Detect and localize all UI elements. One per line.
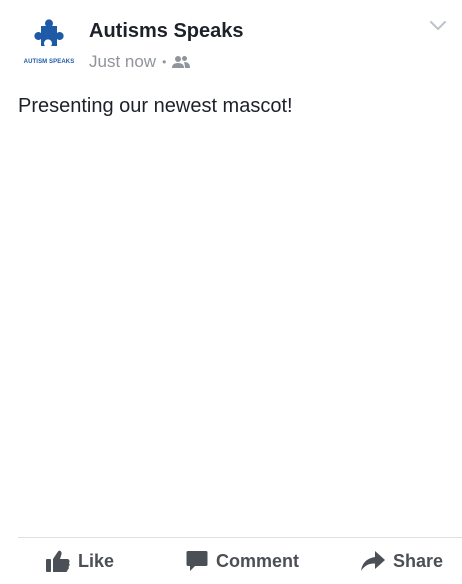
author-avatar[interactable]: AUTISM SPEAKS <box>18 18 80 80</box>
meta-separator: • <box>162 55 167 69</box>
friends-icon[interactable] <box>172 55 191 69</box>
comment-label: Comment <box>216 550 300 571</box>
post-timestamp[interactable]: Just now <box>89 52 156 72</box>
post-card: AUTISM SPEAKS Autisms Speaks Just now • … <box>0 0 462 584</box>
author-name[interactable]: Autisms Speaks <box>89 20 244 43</box>
share-arrow-icon <box>361 551 385 571</box>
comment-button[interactable]: Comment <box>186 538 299 584</box>
avatar-caption: AUTISM SPEAKS <box>23 59 75 65</box>
comment-icon <box>186 550 208 572</box>
chevron-down-icon[interactable] <box>428 16 448 36</box>
post-text: Presenting our newest mascot! <box>18 95 293 117</box>
like-label: Like <box>78 550 115 571</box>
like-button[interactable]: Like <box>46 538 114 584</box>
post-meta: Just now • <box>89 52 191 72</box>
share-button[interactable]: Share <box>361 538 443 584</box>
puzzle-piece-logo-icon <box>34 19 64 46</box>
action-bar: Like Comment Share <box>0 538 462 584</box>
thumbs-up-icon <box>46 550 70 572</box>
share-label: Share <box>393 550 444 571</box>
